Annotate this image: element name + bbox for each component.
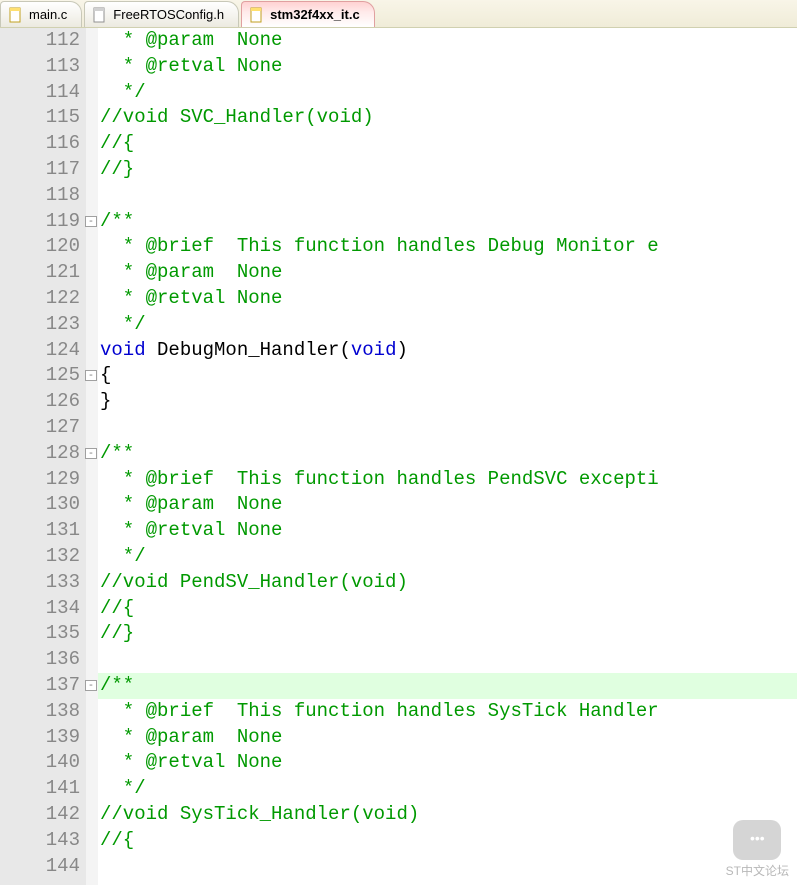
line-number: 120: [12, 234, 80, 260]
tab-label: stm32f4xx_it.c: [270, 7, 360, 22]
code-line[interactable]: * @param None: [100, 725, 797, 751]
code-line[interactable]: //void SVC_Handler(void): [100, 105, 797, 131]
code-line[interactable]: {: [100, 363, 797, 389]
code-line[interactable]: [100, 183, 797, 209]
line-number: 114: [12, 80, 80, 106]
code-line[interactable]: */: [100, 544, 797, 570]
fold-toggle[interactable]: -: [85, 680, 97, 691]
fold-toggle[interactable]: -: [85, 216, 97, 227]
code-line[interactable]: //void PendSV_Handler(void): [100, 570, 797, 596]
tab-bar: main.c FreeRTOSConfig.h stm32f4xx_it.c: [0, 0, 797, 28]
code-line[interactable]: [100, 415, 797, 441]
line-number: 115: [12, 105, 80, 131]
code-line[interactable]: * @retval None: [100, 518, 797, 544]
tab-label: main.c: [29, 7, 67, 22]
line-number: 121: [12, 260, 80, 286]
tab-stm32f4xx-it-c[interactable]: stm32f4xx_it.c: [241, 1, 375, 27]
line-number: 140: [12, 750, 80, 776]
code-line[interactable]: /**: [100, 209, 797, 235]
line-number: 129: [12, 467, 80, 493]
line-number: 123: [12, 312, 80, 338]
line-number: 143: [12, 828, 80, 854]
code-line[interactable]: * @retval None: [100, 54, 797, 80]
line-number-gutter: 1121131141151161171181191201211221231241…: [12, 28, 86, 885]
code-line[interactable]: */: [100, 80, 797, 106]
code-line[interactable]: void DebugMon_Handler(void): [100, 338, 797, 364]
line-number: 128: [12, 441, 80, 467]
line-number: 127: [12, 415, 80, 441]
code-line[interactable]: /**: [100, 441, 797, 467]
line-number: 117: [12, 157, 80, 183]
line-number: 139: [12, 725, 80, 751]
line-number: 116: [12, 131, 80, 157]
code-line[interactable]: * @retval None: [100, 286, 797, 312]
file-icon: [9, 7, 23, 23]
line-number: 135: [12, 621, 80, 647]
code-line[interactable]: /**: [100, 673, 797, 699]
code-line[interactable]: [100, 647, 797, 673]
code-area[interactable]: * @param None * @retval None *///void SV…: [98, 28, 797, 885]
line-number: 122: [12, 286, 80, 312]
code-line[interactable]: * @brief This function handles Debug Mon…: [100, 234, 797, 260]
tab-freertosconfig-h[interactable]: FreeRTOSConfig.h: [84, 1, 239, 27]
code-line[interactable]: * @param None: [100, 260, 797, 286]
file-icon: [93, 7, 107, 23]
fold-toggle[interactable]: -: [85, 370, 97, 381]
code-line[interactable]: //}: [100, 621, 797, 647]
line-number: 137: [12, 673, 80, 699]
line-number: 141: [12, 776, 80, 802]
code-line[interactable]: //{: [100, 596, 797, 622]
tab-label: FreeRTOSConfig.h: [113, 7, 224, 22]
line-number: 119: [12, 209, 80, 235]
code-line[interactable]: * @param None: [100, 28, 797, 54]
code-line[interactable]: * @brief This function handles SysTick H…: [100, 699, 797, 725]
line-number: 125: [12, 363, 80, 389]
line-number: 138: [12, 699, 80, 725]
fold-toggle[interactable]: -: [85, 448, 97, 459]
line-number: 130: [12, 492, 80, 518]
code-line[interactable]: */: [100, 776, 797, 802]
line-number: 136: [12, 647, 80, 673]
line-number: 112: [12, 28, 80, 54]
line-number: 132: [12, 544, 80, 570]
code-line[interactable]: }: [100, 389, 797, 415]
code-line[interactable]: //void SysTick_Handler(void): [100, 802, 797, 828]
line-number: 133: [12, 570, 80, 596]
code-line[interactable]: * @param None: [100, 492, 797, 518]
line-number: 126: [12, 389, 80, 415]
code-line[interactable]: //{: [100, 828, 797, 854]
code-editor[interactable]: 1121131141151161171181191201211221231241…: [0, 28, 797, 885]
code-line[interactable]: */: [100, 312, 797, 338]
line-number: 142: [12, 802, 80, 828]
line-number: 124: [12, 338, 80, 364]
line-number: 118: [12, 183, 80, 209]
line-number: 134: [12, 596, 80, 622]
fold-gutter[interactable]: - - - -: [86, 28, 98, 885]
code-line[interactable]: //}: [100, 157, 797, 183]
code-line[interactable]: * @brief This function handles PendSVC e…: [100, 467, 797, 493]
tab-main-c[interactable]: main.c: [0, 1, 82, 27]
code-line[interactable]: [100, 854, 797, 880]
line-number: 131: [12, 518, 80, 544]
code-line[interactable]: * @retval None: [100, 750, 797, 776]
line-number: 144: [12, 854, 80, 880]
breakpoint-gutter[interactable]: [0, 28, 12, 885]
file-icon: [250, 7, 264, 23]
line-number: 113: [12, 54, 80, 80]
code-line[interactable]: //{: [100, 131, 797, 157]
